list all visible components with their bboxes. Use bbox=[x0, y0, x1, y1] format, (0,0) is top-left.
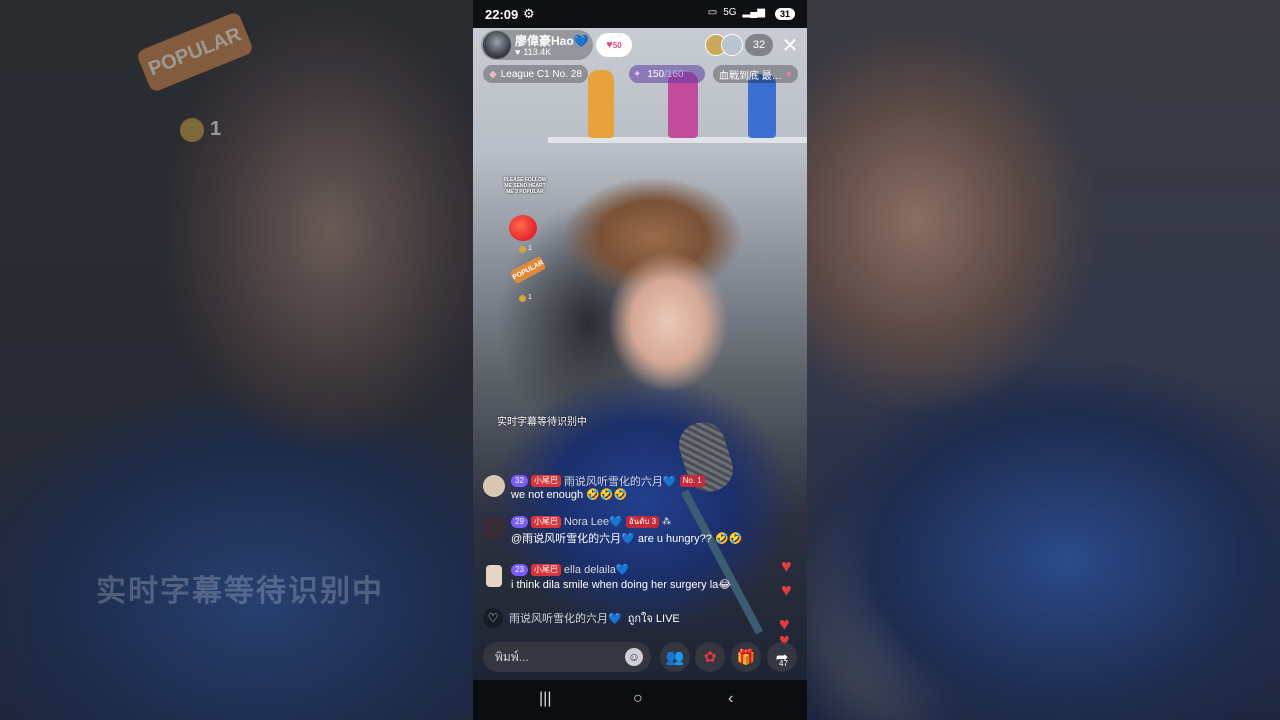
goal-total: /160 bbox=[664, 68, 684, 80]
navigation-bar: ||| ○ ‹ bbox=[473, 680, 807, 720]
rose-icon: ✿ bbox=[703, 649, 717, 666]
floating-heart-icon: ♥ bbox=[781, 556, 792, 576]
comment-badges: 32 小尾巴 雨说风听雪化的六月💙 No. 1 bbox=[511, 473, 705, 489]
notice-user[interactable]: 雨说风听雪化的六月💙 bbox=[509, 610, 622, 626]
rank-badge: อันดับ 3 bbox=[625, 515, 660, 528]
live-caption: 实时字幕等待识别中 bbox=[497, 417, 587, 428]
heart-outline-icon: ♡ bbox=[483, 608, 503, 628]
status-bar: 22:09 ⚙ ▭ 5G ▂▄▆ 31 bbox=[473, 0, 807, 28]
coin-icon bbox=[519, 295, 526, 302]
rose-gift-button[interactable]: ✿ bbox=[695, 642, 725, 672]
rank-badge: No. 1 bbox=[679, 475, 705, 487]
background-caption: 实时字幕等待识别中 bbox=[96, 575, 384, 608]
background-popular-sticker: POPULAR bbox=[135, 10, 255, 94]
floating-heart-icon: ♥ bbox=[781, 580, 792, 600]
viewer-count[interactable]: 32 bbox=[745, 34, 773, 56]
level-badge: 23 bbox=[511, 563, 528, 576]
background-coin-count: 1 bbox=[210, 118, 222, 140]
recent-apps-icon[interactable]: ||| bbox=[539, 690, 551, 708]
goal-current: 150 bbox=[647, 68, 665, 80]
fan-badge: 小尾巴 bbox=[530, 563, 561, 576]
gift-icon: 🎁 bbox=[736, 649, 756, 666]
close-icon[interactable]: ✕ bbox=[778, 33, 802, 57]
coin-icon bbox=[519, 246, 526, 253]
background-coin-icon bbox=[180, 118, 204, 142]
network-label: 5G bbox=[723, 7, 737, 18]
comment-badges: 23 小尾巴 ella delaila💙 bbox=[511, 563, 630, 576]
fan-badge: 小尾巴 bbox=[530, 475, 561, 487]
back-icon[interactable]: ‹ bbox=[728, 690, 733, 708]
home-icon[interactable]: ○ bbox=[633, 690, 643, 708]
comment-username[interactable]: 雨说风听雪化的六月💙 bbox=[564, 473, 677, 489]
group-icon: ⁂ bbox=[662, 516, 672, 526]
comment-text: @雨说风听雪化的六月💙 are u hungry?? 🤣🤣 bbox=[511, 533, 743, 545]
comment-input-placeholder: พิมพ์... bbox=[495, 649, 529, 664]
host-avatar[interactable] bbox=[483, 31, 511, 59]
multi-guest-button[interactable]: 👥 bbox=[660, 642, 690, 672]
microphone-stand bbox=[680, 489, 764, 635]
comment-username[interactable]: Nora Lee💙 bbox=[564, 515, 623, 528]
follow-sticker-text: PLEASE FOLLOW ME SEND HEART ME 3 POPULAR bbox=[503, 177, 547, 195]
comment-avatar[interactable] bbox=[486, 565, 502, 587]
comment-badges: 29 小尾巴 Nora Lee💙 อันดับ 3 ⁂ bbox=[511, 515, 671, 528]
gift-button[interactable]: 🎁 bbox=[731, 642, 761, 672]
background-right-blur bbox=[807, 0, 1280, 720]
unicorn-icon: ✦ bbox=[633, 68, 642, 80]
background-left-blur: POPULAR 1 实时字幕等待识别中 bbox=[0, 0, 473, 720]
comment-input[interactable]: พิมพ์... ☺ bbox=[483, 642, 651, 672]
host-info[interactable]: 廖偉豪Hao💙 ♥ 113.4K bbox=[481, 30, 593, 60]
figurine bbox=[748, 74, 776, 138]
notice-action: ถูกใจ LIVE bbox=[627, 613, 680, 625]
heart-icon: ♥ bbox=[515, 47, 521, 57]
people-icon: 👥 bbox=[665, 649, 685, 666]
gift-goal[interactable]: ✦ 150/160 bbox=[629, 65, 705, 83]
heart-sticker-count: 1 bbox=[528, 245, 532, 252]
follow-button[interactable]: ♥ 50 bbox=[596, 33, 632, 57]
comment-avatar[interactable] bbox=[483, 475, 505, 497]
battery-indicator: 31 bbox=[775, 8, 795, 20]
battle-badge[interactable]: 血戰到底 最… ● bbox=[713, 65, 798, 83]
comment-text: we not enough 🤣🤣🤣 bbox=[511, 489, 628, 501]
cast-icon: ▭ bbox=[707, 7, 718, 18]
league-badge[interactable]: ◆ League C1 No. 28 bbox=[483, 65, 588, 83]
fan-badge: 小尾巴 bbox=[530, 515, 561, 528]
comment-username[interactable]: ella delaila💙 bbox=[564, 563, 630, 576]
host-likes: ♥ 113.4K bbox=[515, 47, 552, 57]
popular-sticker-count: 1 bbox=[528, 294, 532, 301]
emoji-icon[interactable]: ☺ bbox=[625, 648, 643, 666]
signal-icon: ▂▄▆ bbox=[742, 7, 765, 18]
share-count: 47 bbox=[779, 659, 788, 668]
status-time: 22:09 bbox=[485, 7, 519, 22]
phone-screen: 22:09 ⚙ ▭ 5G ▂▄▆ 31 廖偉豪Hao💙 ♥ 113.4K ♥ 5… bbox=[473, 0, 807, 720]
heart-sticker[interactable] bbox=[509, 215, 537, 241]
settings-icon: ⚙ bbox=[523, 6, 535, 21]
status-icons: ▭ 5G ▂▄▆ bbox=[708, 7, 765, 18]
diamond-icon: ◆ bbox=[489, 68, 497, 80]
battle-avatar-icon: ● bbox=[785, 68, 792, 80]
viewer-avatar[interactable] bbox=[721, 34, 743, 56]
comment-text: i think dila smile when doing her surger… bbox=[511, 579, 732, 591]
top-viewers[interactable] bbox=[705, 34, 743, 56]
figurine bbox=[588, 70, 614, 138]
level-badge: 32 bbox=[511, 475, 528, 487]
like-notice: ♡ 雨说风听雪化的六月💙 ถูกใจ LIVE bbox=[483, 608, 680, 628]
level-badge: 29 bbox=[511, 515, 528, 528]
comment-avatar[interactable] bbox=[483, 517, 505, 539]
